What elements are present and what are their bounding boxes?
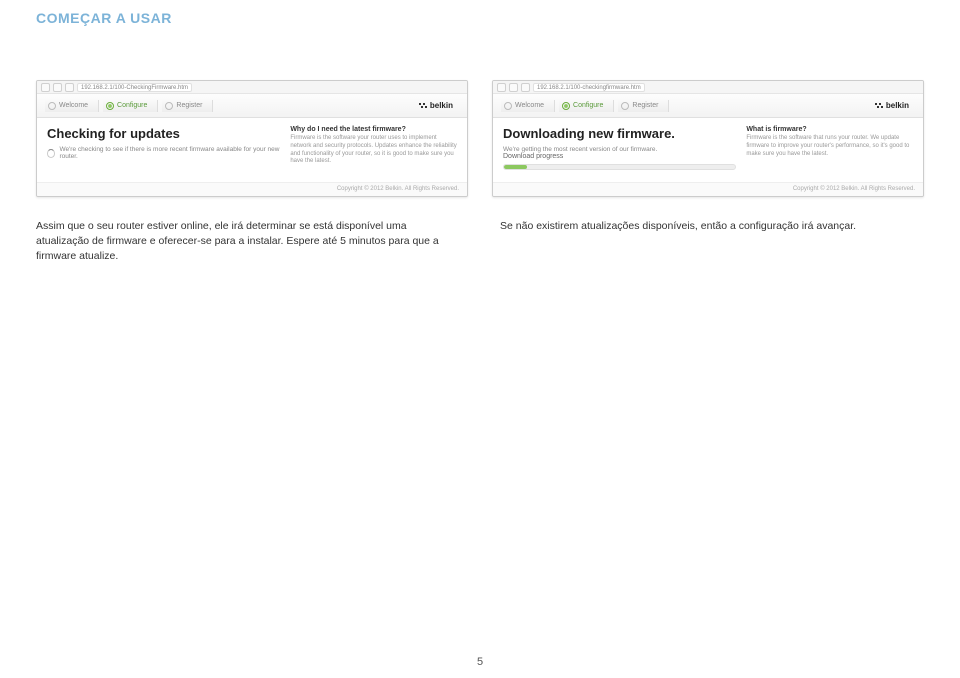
content-main: Checking for updates We're checking to s… xyxy=(47,126,280,172)
content-area: Checking for updates We're checking to s… xyxy=(37,118,467,182)
left-column-text: Assim que o seu router estiver online, e… xyxy=(36,219,460,265)
screenshot-checking-updates: 192.168.2.1/100-CheckingFirmware.htm Wel… xyxy=(36,80,468,197)
reload-icon xyxy=(521,83,530,92)
circle-icon xyxy=(48,102,56,110)
tab-label: Configure xyxy=(117,102,147,109)
content-heading: Checking for updates xyxy=(47,126,280,141)
right-column-text: Se não existirem atualizações disponívei… xyxy=(500,219,924,265)
aside-text: Firmware is the software that runs your … xyxy=(746,135,913,158)
tab-label: Welcome xyxy=(59,102,88,109)
status-text: We're getting the most recent version of… xyxy=(503,146,657,153)
check-icon xyxy=(562,102,570,110)
tab-welcome: Welcome xyxy=(501,100,555,112)
browser-address-bar: 192.168.2.1/100-checkingfirmware.htm xyxy=(493,81,923,94)
wizard-tabs: Welcome Configure Register belkin xyxy=(493,94,923,118)
progress-fill xyxy=(504,165,527,169)
brand-text: belkin xyxy=(430,101,453,110)
url-field: 192.168.2.1/100-checkingfirmware.htm xyxy=(533,83,645,92)
back-icon xyxy=(41,83,50,92)
screenshot-downloading-firmware: 192.168.2.1/100-checkingfirmware.htm Wel… xyxy=(492,80,924,197)
content-heading: Downloading new firmware. xyxy=(503,126,736,141)
forward-icon xyxy=(53,83,62,92)
browser-address-bar: 192.168.2.1/100-CheckingFirmware.htm xyxy=(37,81,467,94)
belkin-dots-icon xyxy=(874,102,884,110)
tab-label: Register xyxy=(176,102,202,109)
content-aside: Why do I need the latest firmware? Firmw… xyxy=(290,126,457,172)
status-row: We're getting the most recent version of… xyxy=(503,146,736,153)
brand-logo: belkin xyxy=(874,101,915,110)
tab-register: Register xyxy=(162,100,213,112)
url-field: 192.168.2.1/100-CheckingFirmware.htm xyxy=(77,83,192,92)
copyright-footer: Copyright © 2012 Belkin. All Rights Rese… xyxy=(37,182,467,196)
back-icon xyxy=(497,83,506,92)
copyright-footer: Copyright © 2012 Belkin. All Rights Rese… xyxy=(493,182,923,196)
tab-welcome: Welcome xyxy=(45,100,99,112)
body-text-columns: Assim que o seu router estiver online, e… xyxy=(0,219,960,265)
belkin-dots-icon xyxy=(418,102,428,110)
circle-icon xyxy=(165,102,173,110)
aside-text: Firmware is the software your router use… xyxy=(290,135,457,166)
tab-label: Configure xyxy=(573,102,603,109)
spinner-icon xyxy=(47,149,55,158)
status-row: We're checking to see if there is more r… xyxy=(47,146,280,160)
tab-label: Register xyxy=(632,102,658,109)
screenshot-row: 192.168.2.1/100-CheckingFirmware.htm Wel… xyxy=(0,26,960,219)
content-aside: What is firmware? Firmware is the softwa… xyxy=(746,126,913,172)
tab-register: Register xyxy=(618,100,669,112)
status-text: We're checking to see if there is more r… xyxy=(59,146,280,160)
tab-configure: Configure xyxy=(559,100,614,112)
aside-heading: What is firmware? xyxy=(746,126,913,133)
content-main: Downloading new firmware. We're getting … xyxy=(503,126,736,172)
circle-icon xyxy=(504,102,512,110)
brand-logo: belkin xyxy=(418,101,459,110)
tab-configure: Configure xyxy=(103,100,158,112)
progress-label: Download progress xyxy=(503,153,736,160)
wizard-tabs: Welcome Configure Register belkin xyxy=(37,94,467,118)
tab-label: Welcome xyxy=(515,102,544,109)
content-area: Downloading new firmware. We're getting … xyxy=(493,118,923,182)
page-number: 5 xyxy=(0,656,960,668)
progress-bar xyxy=(503,164,736,170)
check-icon xyxy=(106,102,114,110)
circle-icon xyxy=(621,102,629,110)
brand-text: belkin xyxy=(886,101,909,110)
page-title: COMEÇAR A USAR xyxy=(0,0,960,26)
reload-icon xyxy=(65,83,74,92)
aside-heading: Why do I need the latest firmware? xyxy=(290,126,457,133)
forward-icon xyxy=(509,83,518,92)
